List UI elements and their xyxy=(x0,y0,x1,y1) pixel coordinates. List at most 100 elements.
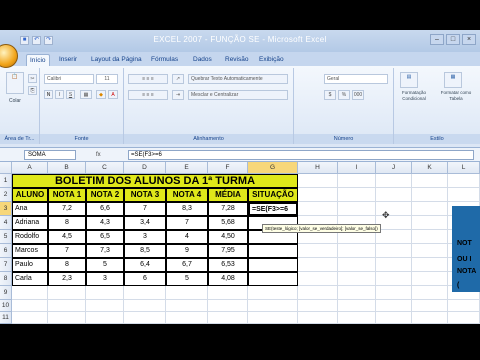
grade-cell[interactable]: 7 xyxy=(166,216,208,230)
average-cell[interactable]: 7,28 xyxy=(208,202,248,216)
column-header[interactable]: K xyxy=(412,162,448,174)
indent-icon[interactable]: ⇥ xyxy=(172,90,184,100)
grid-cell[interactable] xyxy=(448,188,480,202)
grid-cell[interactable] xyxy=(166,300,208,312)
grid-cell[interactable] xyxy=(86,286,124,300)
grid-cell[interactable] xyxy=(338,312,376,324)
grade-cell[interactable]: 6,4 xyxy=(124,258,166,272)
grid-cell[interactable] xyxy=(376,300,412,312)
average-cell[interactable]: 4,50 xyxy=(208,230,248,244)
grid-cell[interactable] xyxy=(412,244,448,258)
maximize-button[interactable]: □ xyxy=(446,34,460,45)
grid-cell[interactable] xyxy=(338,300,376,312)
grid-cell[interactable] xyxy=(412,258,448,272)
grid-cell[interactable] xyxy=(12,312,48,324)
bold-icon[interactable]: N xyxy=(44,90,53,99)
row-header[interactable]: 7 xyxy=(0,258,12,272)
grid-cell[interactable] xyxy=(376,312,412,324)
tab-inserir[interactable]: Inserir xyxy=(56,54,80,66)
cut-icon[interactable]: ✂ xyxy=(28,74,37,83)
student-name[interactable]: Ana xyxy=(12,202,48,216)
grid-cell[interactable] xyxy=(338,174,376,188)
row-header[interactable]: 4 xyxy=(0,216,12,230)
row-header[interactable]: 11 xyxy=(0,312,12,324)
format-table-icon[interactable]: ▦ xyxy=(444,72,462,88)
grade-cell[interactable]: 7,2 xyxy=(48,202,86,216)
row-header[interactable]: 10 xyxy=(0,300,12,312)
row-header[interactable]: 6 xyxy=(0,244,12,258)
grid-cell[interactable] xyxy=(448,300,480,312)
average-cell[interactable]: 4,08 xyxy=(208,272,248,286)
grid-cell[interactable] xyxy=(208,286,248,300)
column-header[interactable]: C xyxy=(86,162,124,174)
fx-icon[interactable]: fx xyxy=(96,150,118,160)
orientation-icon[interactable]: ↗ xyxy=(172,74,184,84)
column-title[interactable]: NOTA 3 xyxy=(124,188,166,202)
column-header[interactable]: F xyxy=(208,162,248,174)
minimize-button[interactable]: – xyxy=(430,34,444,45)
grid-cell[interactable] xyxy=(298,244,338,258)
tab-revisao[interactable]: Revisão xyxy=(222,54,251,66)
grade-cell[interactable]: 5 xyxy=(86,258,124,272)
grid-cell[interactable] xyxy=(298,272,338,286)
grade-cell[interactable]: 9 xyxy=(166,244,208,258)
column-header[interactable]: H xyxy=(298,162,338,174)
grade-cell[interactable]: 6,5 xyxy=(86,230,124,244)
grid-cell[interactable] xyxy=(248,286,298,300)
column-header[interactable]: A xyxy=(12,162,48,174)
grid-cell[interactable] xyxy=(298,188,338,202)
grid-cell[interactable] xyxy=(124,286,166,300)
grid-cell[interactable] xyxy=(376,174,412,188)
student-name[interactable]: Marcos xyxy=(12,244,48,258)
font-color-icon[interactable]: A xyxy=(108,90,118,99)
grid-cell[interactable] xyxy=(412,174,448,188)
tab-layout[interactable]: Layout da Página xyxy=(88,54,145,66)
wrap-text-button[interactable]: Quebrar Texto Automaticamente xyxy=(188,74,288,84)
grid-cell[interactable] xyxy=(412,300,448,312)
grade-cell[interactable]: 4 xyxy=(166,230,208,244)
column-title[interactable]: NOTA 4 xyxy=(166,188,208,202)
average-cell[interactable]: 7,95 xyxy=(208,244,248,258)
grid-cell[interactable] xyxy=(298,286,338,300)
grade-cell[interactable]: 8 xyxy=(48,258,86,272)
copy-icon[interactable]: ⎘ xyxy=(28,86,37,95)
row-header[interactable]: 9 xyxy=(0,286,12,300)
column-header[interactable]: I xyxy=(338,162,376,174)
row-header[interactable]: 1 xyxy=(0,174,12,188)
grid-cell[interactable] xyxy=(376,188,412,202)
grid-cell[interactable] xyxy=(376,244,412,258)
grid-cell[interactable] xyxy=(448,174,480,188)
row-header[interactable]: 3 xyxy=(0,202,12,216)
column-title[interactable]: NOTA 2 xyxy=(86,188,124,202)
grade-cell[interactable]: 8,5 xyxy=(124,244,166,258)
grid-cell[interactable] xyxy=(86,312,124,324)
grid-cell[interactable] xyxy=(298,202,338,216)
thousands-icon[interactable]: 000 xyxy=(352,90,364,100)
grade-cell[interactable]: 3 xyxy=(86,272,124,286)
currency-icon[interactable]: $ xyxy=(324,90,336,100)
grid-cell[interactable] xyxy=(248,300,298,312)
grade-cell[interactable]: 8 xyxy=(48,216,86,230)
status-cell[interactable] xyxy=(248,272,298,286)
close-button[interactable]: × xyxy=(462,34,476,45)
grade-cell[interactable]: 6 xyxy=(124,272,166,286)
grid-cell[interactable] xyxy=(376,230,412,244)
tab-exibicao[interactable]: Exibição xyxy=(256,54,287,66)
percent-icon[interactable]: % xyxy=(338,90,350,100)
underline-icon[interactable]: S xyxy=(66,90,75,99)
italic-icon[interactable]: I xyxy=(55,90,64,99)
status-cell[interactable] xyxy=(248,244,298,258)
grid-cell[interactable] xyxy=(412,286,448,300)
grade-cell[interactable]: 5 xyxy=(166,272,208,286)
student-name[interactable]: Carla xyxy=(12,272,48,286)
format-table-label[interactable]: Formatar como Tabela xyxy=(436,90,476,102)
grid-cell[interactable] xyxy=(166,312,208,324)
align-left-icon[interactable]: ≡ ≡ ≡ xyxy=(128,90,168,100)
column-header[interactable]: D xyxy=(124,162,166,174)
tab-dados[interactable]: Dados xyxy=(190,54,215,66)
grid-cell[interactable] xyxy=(412,272,448,286)
row-header[interactable]: 5 xyxy=(0,230,12,244)
grade-cell[interactable]: 7 xyxy=(48,244,86,258)
grid-cell[interactable] xyxy=(48,286,86,300)
grid-cell[interactable] xyxy=(298,258,338,272)
